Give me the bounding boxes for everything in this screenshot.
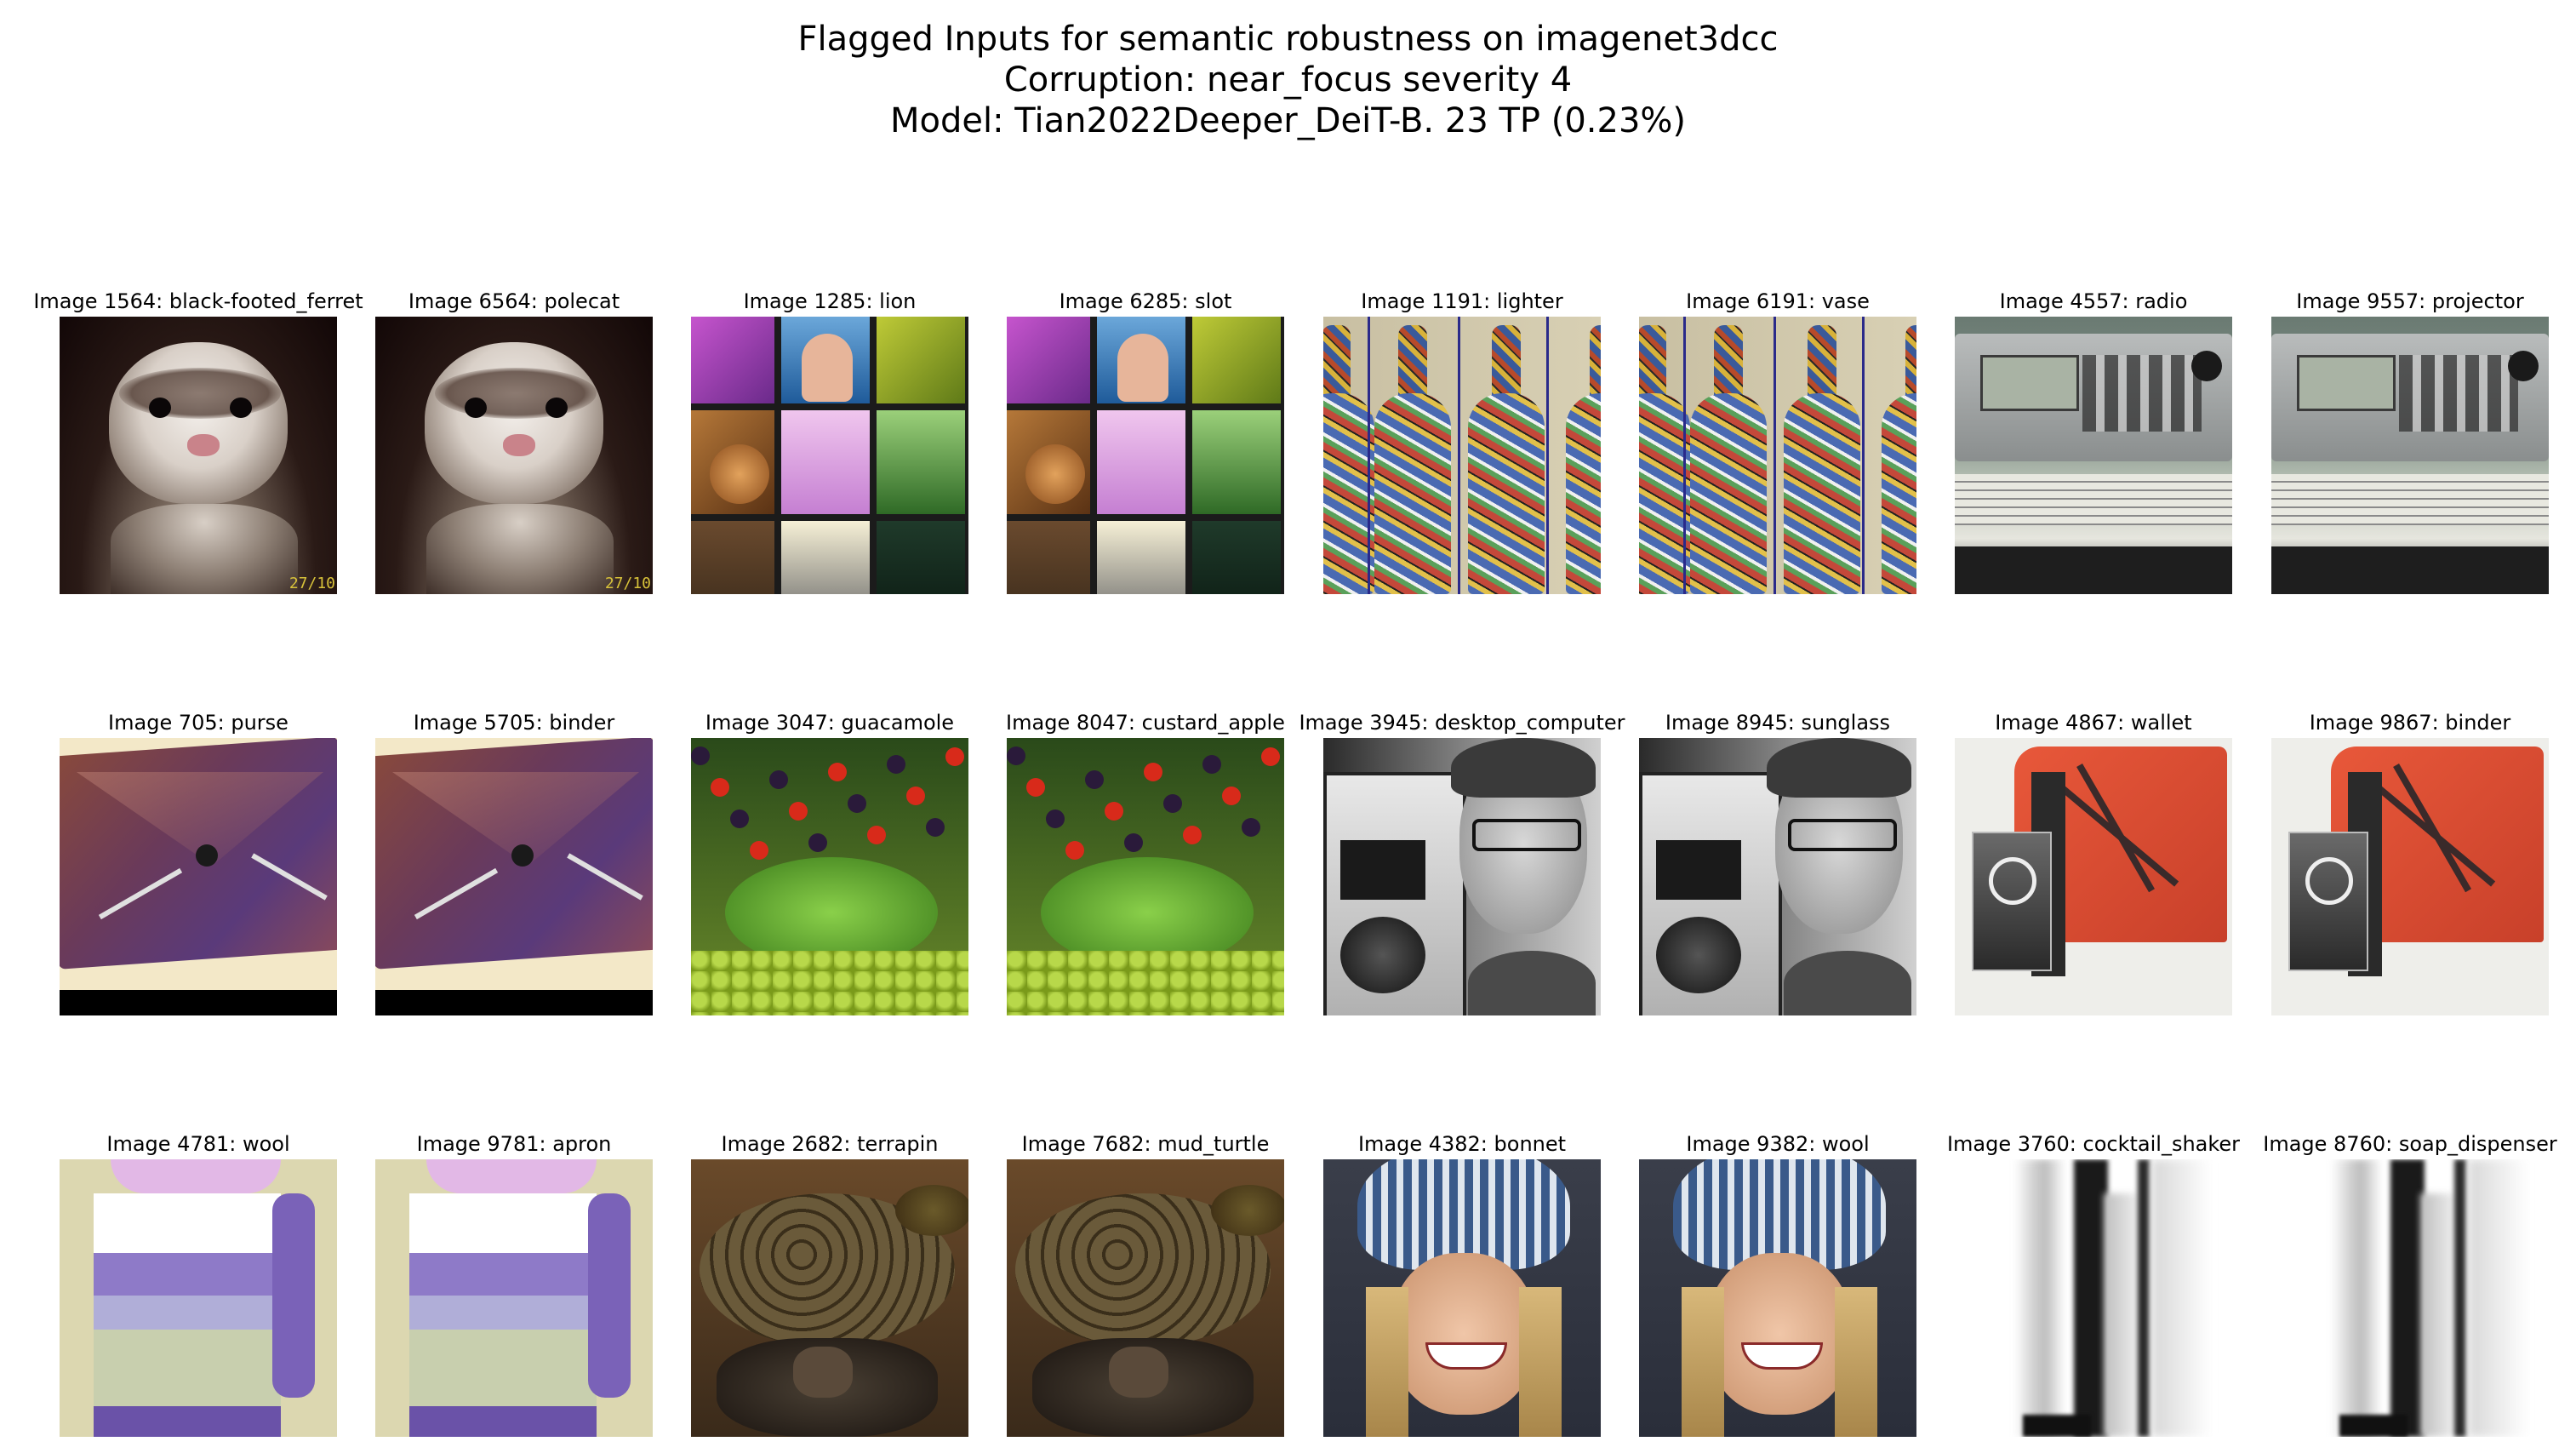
figure-title: Flagged Inputs for semantic robustness o… [0, 19, 2576, 141]
fruit-carving-photo [1007, 738, 1284, 1015]
title-line-2: Corruption: near_focus severity 4 [1003, 60, 1573, 100]
thumbnail-cell: Image 3945: desktop_computer [1299, 711, 1625, 1017]
woman-in-knit-hat-photo [1323, 1159, 1601, 1437]
thumbnail-cell: Image 4867: wallet [1955, 711, 2232, 1017]
orange-wallet-photo [2271, 738, 2549, 1015]
thumbnail-cell: Image 705: purse [60, 711, 337, 1017]
thumbnail-cell: Image 9781: apron [375, 1132, 653, 1439]
thumbnail-cell: Image 4382: bonnet [1323, 1132, 1601, 1439]
thumbnail-caption: Image 8760: soap_dispenser [2263, 1132, 2557, 1156]
mosaic-bottles-photo [1639, 317, 1916, 594]
thumbnail-cell: Image 3760: cocktail_shaker [1947, 1132, 2240, 1439]
man-with-boombox-photo [1639, 738, 1916, 1015]
photo-collage [691, 317, 968, 594]
thumbnail-cell: Image 6191: vase [1639, 289, 1916, 596]
thumbnail-caption: Image 9557: projector [2296, 289, 2524, 313]
thumbnail-cell: Image 8047: custard_apple [1006, 711, 1285, 1017]
title-line-1: Flagged Inputs for semantic robustness o… [797, 20, 1779, 59]
thumbnail-cell: Image 2682: terrapin [691, 1132, 968, 1439]
photo-collage [1007, 317, 1284, 594]
turtle-photo [1007, 1159, 1284, 1437]
orange-wallet-photo [1955, 738, 2232, 1015]
thumbnail-cell: Image 8945: sunglass [1639, 711, 1916, 1017]
thumbnail-cell: Image 1285: lion [691, 289, 968, 596]
thumbnail-cell: Image 9557: projector [2271, 289, 2549, 596]
fruit-carving-photo [691, 738, 968, 1015]
thumbnail-cell: Image 1191: lighter [1323, 289, 1601, 596]
thumbnail-cell: Image 6564: polecat 27/10 [375, 289, 653, 596]
woman-in-knit-hat-photo [1639, 1159, 1916, 1437]
mosaic-bottles-photo [1323, 317, 1601, 594]
thumbnail-cell: Image 9867: binder [2271, 711, 2549, 1017]
ferret-photo: 27/10 [60, 317, 337, 594]
blurred-metal-closeup-photo [2271, 1159, 2549, 1437]
thumbnail-cell: Image 7682: mud_turtle [1007, 1132, 1284, 1439]
striped-sweater-photo [60, 1159, 337, 1437]
turtle-photo [691, 1159, 968, 1437]
thumbnail-cell: Image 6285: slot [1007, 289, 1284, 596]
radio-scanner-photo [2271, 317, 2549, 594]
thumbnail-cell: Image 5705: binder [375, 711, 653, 1017]
thumbnail-cell: Image 9382: wool [1639, 1132, 1916, 1439]
thumbnail-cell: Image 1564: black-footed_ferret 27/10 [33, 289, 363, 596]
blurred-metal-closeup-photo [1955, 1159, 2232, 1437]
leather-purse-photo [375, 738, 653, 1015]
thumbnail-cell: Image 4557: radio [1955, 289, 2232, 596]
title-line-3: Model: Tian2022Deeper_DeiT-B. 23 TP (0.2… [889, 101, 1687, 140]
man-with-boombox-photo [1323, 738, 1601, 1015]
thumbnail-cell: Image 4781: wool [60, 1132, 337, 1439]
radio-scanner-photo [1955, 317, 2232, 594]
leather-purse-photo [60, 738, 337, 1015]
ferret-photo: 27/10 [375, 317, 653, 594]
thumbnail-caption: Image 9867: binder [2309, 711, 2511, 735]
thumbnail-cell: Image 3047: guacamole [691, 711, 968, 1017]
striped-sweater-photo [375, 1159, 653, 1437]
thumbnail-cell: Image 8760: soap_dispenser [2263, 1132, 2557, 1439]
